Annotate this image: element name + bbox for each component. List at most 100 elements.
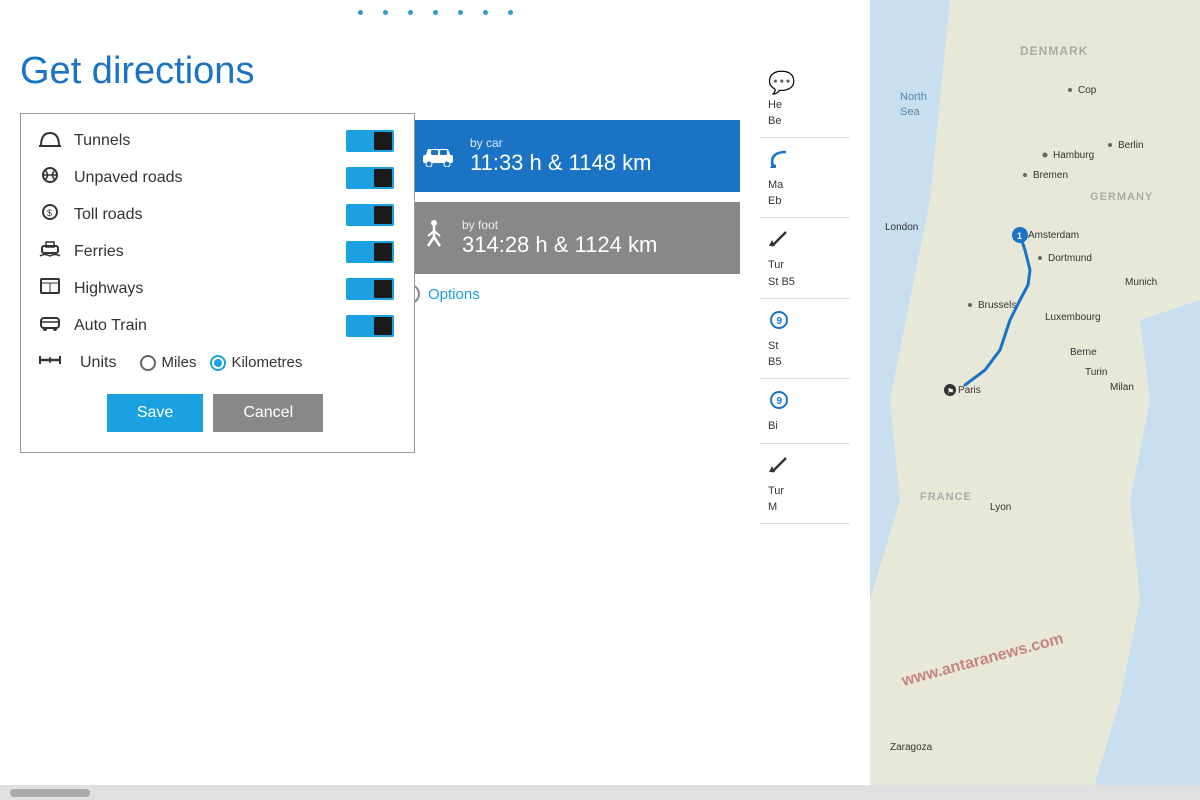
nav-text-6: Tur [768, 485, 784, 498]
units-radio-group: Miles Kilometres [140, 354, 302, 371]
nav-item-1[interactable]: 💬 He Be [760, 60, 850, 138]
dot [458, 10, 463, 15]
tunnels-toggle[interactable] [346, 130, 394, 152]
svg-text:Berlin: Berlin [1118, 140, 1144, 151]
map-area[interactable]: North Sea DENMARK GERMANY FRANCE Cop Ham… [870, 0, 1200, 800]
auto-train-row: Auto Train [36, 314, 394, 337]
svg-text:Dortmund: Dortmund [1048, 253, 1092, 264]
dot [433, 10, 438, 15]
nav-subtext-3: St B5 [768, 276, 795, 288]
tunnels-row: Tunnels [36, 129, 394, 152]
route-card-car[interactable]: by car 11:33 h & 1148 km [400, 120, 740, 192]
auto-train-label: Auto Train [74, 317, 346, 335]
svg-text:London: London [885, 222, 918, 233]
dot [383, 10, 388, 15]
options-link-label: Options [428, 286, 480, 303]
svg-text:FRANCE: FRANCE [920, 491, 972, 503]
svg-text:Berne: Berne [1070, 347, 1097, 358]
nav-item-3[interactable]: Tur St B5 [760, 218, 850, 298]
svg-text:Cop: Cop [1078, 85, 1097, 96]
tunnels-icon [36, 129, 64, 152]
top-dots [0, 10, 870, 15]
nav-text-4: St [768, 340, 778, 353]
foot-mode: by foot [462, 218, 657, 232]
car-icon [420, 139, 456, 174]
svg-text:Amsterdam: Amsterdam [1028, 230, 1079, 241]
nav-item-5[interactable]: 9 Bi [760, 379, 850, 444]
cancel-button[interactable]: Cancel [213, 394, 323, 432]
nav-item-4[interactable]: 9 St B5 [760, 299, 850, 379]
svg-text:North: North [900, 91, 927, 103]
svg-text:Munich: Munich [1125, 277, 1157, 288]
unpaved-roads-label: Unpaved roads [74, 169, 346, 187]
svg-text:Brussels: Brussels [978, 300, 1016, 311]
highways-label: Highways [74, 280, 346, 298]
nav-icon-6 [768, 454, 796, 482]
svg-text:Hamburg: Hamburg [1053, 150, 1094, 161]
nav-icon-2 [768, 148, 796, 176]
foot-time: 314:28 h & 1124 km [462, 232, 657, 258]
highways-toggle[interactable] [346, 278, 394, 300]
nav-subtext-2: Eb [768, 195, 781, 207]
nav-item-6[interactable]: Tur M [760, 444, 850, 524]
foot-route-info: by foot 314:28 h & 1124 km [462, 218, 657, 258]
unpaved-roads-icon [36, 166, 64, 189]
nav-item-2[interactable]: Ma Eb [760, 138, 850, 218]
miles-radio[interactable] [140, 355, 156, 371]
svg-text:⚑: ⚑ [947, 387, 954, 396]
dot [358, 10, 363, 15]
svg-text:1: 1 [1017, 231, 1022, 241]
nav-subtext-6: M [768, 501, 777, 513]
main-container: Get directions Tunnels [0, 0, 1200, 800]
options-box: Tunnels Unpaved roads [20, 113, 415, 453]
ferries-toggle[interactable] [346, 241, 394, 263]
units-row: Units Miles Kilometres [36, 351, 394, 374]
save-button[interactable]: Save [107, 394, 203, 432]
nav-icon-4: 9 [768, 309, 796, 337]
scrollbar-thumb[interactable] [10, 789, 90, 797]
ferries-label: Ferries [74, 243, 346, 261]
left-panel: Get directions Tunnels [0, 0, 870, 800]
units-label: Units [80, 354, 116, 372]
options-link[interactable]: Options [400, 284, 740, 304]
dot [508, 10, 513, 15]
page-title: Get directions [20, 50, 870, 93]
nav-icon-5: 9 [768, 389, 796, 417]
car-route-info: by car 11:33 h & 1148 km [470, 136, 651, 176]
nav-text-1: He [768, 99, 782, 112]
ferries-row: Ferries [36, 240, 394, 263]
nav-text-3: Tur [768, 259, 784, 272]
bottom-bar [0, 785, 1200, 800]
nav-subtext-1: Be [768, 115, 781, 127]
unpaved-roads-toggle[interactable] [346, 167, 394, 189]
nav-text-2: Ma [768, 179, 783, 192]
auto-train-toggle[interactable] [346, 315, 394, 337]
kilometres-radio[interactable] [210, 355, 226, 371]
dot [483, 10, 488, 15]
kilometres-label: Kilometres [231, 354, 302, 371]
foot-icon [420, 219, 448, 258]
toll-roads-icon: $ [36, 203, 64, 226]
car-time: 11:33 h & 1148 km [470, 150, 651, 176]
svg-text:Turin: Turin [1085, 367, 1107, 378]
svg-text:GERMANY: GERMANY [1090, 191, 1153, 203]
kilometres-option[interactable]: Kilometres [210, 354, 302, 371]
svg-text:Milan: Milan [1110, 382, 1134, 393]
route-results: by car 11:33 h & 1148 km [400, 120, 740, 304]
miles-label: Miles [161, 354, 196, 371]
svg-text:Paris: Paris [958, 385, 981, 396]
miles-option[interactable]: Miles [140, 354, 196, 371]
svg-text:9: 9 [777, 316, 783, 327]
svg-text:Luxembourg: Luxembourg [1045, 312, 1101, 323]
svg-text:$: $ [47, 208, 52, 218]
highways-icon [36, 277, 64, 300]
nav-icon-1: 💬 [768, 70, 796, 96]
svg-text:DENMARK: DENMARK [1020, 44, 1088, 58]
auto-train-icon [36, 314, 64, 337]
toll-roads-toggle[interactable] [346, 204, 394, 226]
toll-roads-label: Toll roads [74, 206, 346, 224]
dot [408, 10, 413, 15]
route-card-foot[interactable]: by foot 314:28 h & 1124 km [400, 202, 740, 274]
car-mode: by car [470, 136, 651, 150]
tunnels-label: Tunnels [74, 132, 346, 150]
